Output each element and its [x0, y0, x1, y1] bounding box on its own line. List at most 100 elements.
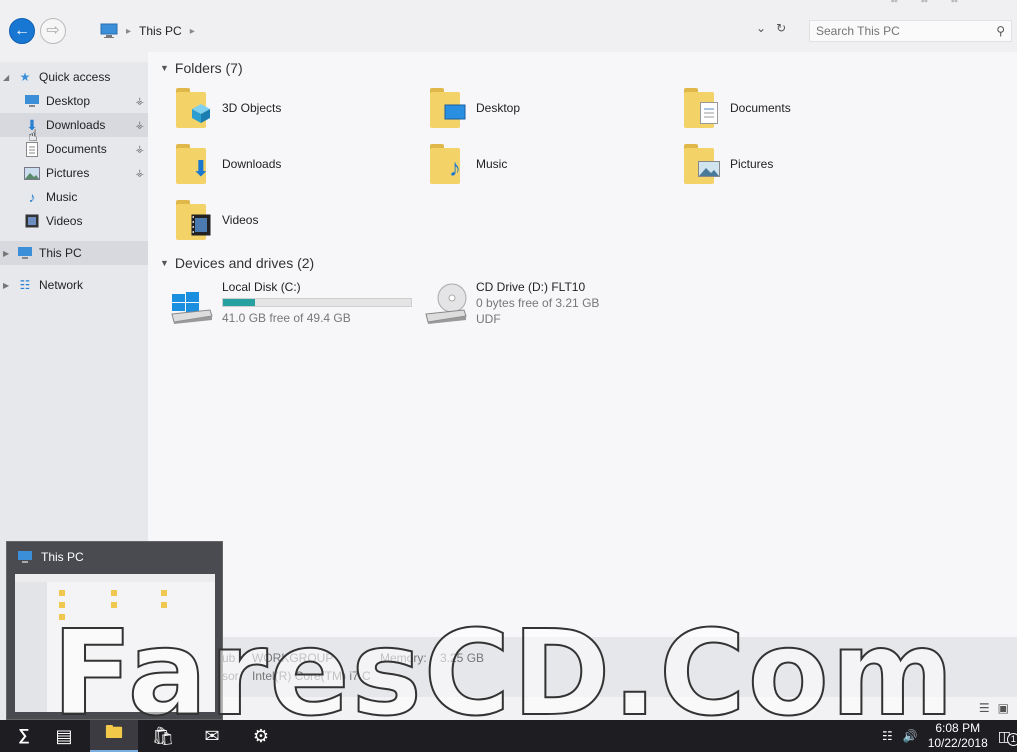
- sidebar-item-label: Network: [39, 278, 84, 292]
- breadcrumb-chevron[interactable]: ▸: [190, 26, 195, 37]
- folder-music[interactable]: ♪ Music: [430, 140, 507, 188]
- search-box[interactable]: ⚲: [809, 20, 1012, 42]
- expand-arrow-icon[interactable]: ▶: [3, 249, 9, 258]
- pin-icon[interactable]: ⚶: [136, 144, 145, 155]
- content-pane: ▼ Folders (7) 3D Objects Desktop Documen…: [148, 52, 1017, 637]
- memory-label: Memory:: [380, 651, 427, 665]
- video-icon: [24, 213, 40, 229]
- task-view-button[interactable]: ▤: [40, 720, 88, 752]
- pin-icon[interactable]: ⚶: [136, 168, 145, 179]
- 3d-objects-icon: [190, 102, 212, 124]
- folder-label: 3D Objects: [222, 101, 282, 115]
- folder-downloads[interactable]: ⬇ Downloads: [176, 140, 281, 188]
- sidebar-quick-access[interactable]: ◢ ★ Quick access: [0, 65, 148, 89]
- thumbnail-title: This PC: [41, 550, 84, 564]
- search-input[interactable]: [816, 24, 997, 38]
- folder-label: Downloads: [222, 157, 282, 171]
- cd-drive-icon: [424, 280, 468, 324]
- details-pane: ub WORKGROUP Memory: 3.25 GB sor Intel(R…: [148, 637, 1017, 697]
- pictures-icon: [24, 165, 40, 181]
- folder-videos[interactable]: Videos: [176, 196, 258, 244]
- sidebar-item-network[interactable]: ▶ ☷ Network: [0, 273, 148, 297]
- file-explorer-taskbar-button[interactable]: 🖿: [90, 720, 138, 752]
- collapse-arrow-icon[interactable]: ▼: [160, 63, 169, 73]
- group-title: Devices and drives (2): [174, 255, 315, 271]
- store-taskbar-button[interactable]: 🛍: [139, 720, 187, 752]
- taskbar-thumbnail-preview[interactable]: This PC: [6, 541, 223, 720]
- processor-value: Intel(R) Core(TM) i7 C: [252, 669, 371, 683]
- pin-icon[interactable]: ⚶: [136, 120, 145, 131]
- music-icon: ♪: [449, 155, 461, 182]
- collapse-arrow-icon[interactable]: ▼: [160, 258, 169, 268]
- folder-label: Music: [476, 157, 508, 171]
- mail-taskbar-button[interactable]: ✉: [188, 720, 236, 752]
- drive-filesystem: UDF: [476, 312, 501, 326]
- folder-pictures[interactable]: Pictures: [684, 140, 773, 188]
- drive-local-disk-c[interactable]: Local Disk (C:) 41.0 GB free of 49.4 GB: [170, 280, 412, 325]
- drive-cd-d[interactable]: CD Drive (D:) FLT10 0 bytes free of 3.21…: [424, 280, 599, 326]
- task-view-icon: ▤: [55, 725, 73, 746]
- refresh-icon[interactable]: ↻: [776, 21, 786, 35]
- sidebar-item-this-pc[interactable]: ▶ This PC: [0, 241, 148, 265]
- drives-group-header[interactable]: ▼ Devices and drives (2): [160, 255, 314, 271]
- folder-documents[interactable]: Documents: [684, 84, 791, 132]
- network-icon[interactable]: ☷: [882, 729, 893, 743]
- sidebar-item-label: Quick access: [39, 70, 111, 84]
- clock-time: 6:08 PM: [935, 721, 981, 735]
- notification-center-button[interactable]: ◫ 1: [998, 728, 1017, 746]
- details-view-icon[interactable]: ☰: [979, 701, 990, 715]
- history-dropdown-icon[interactable]: ⌄: [756, 21, 766, 35]
- music-icon: ♪: [28, 189, 36, 205]
- store-bag-icon: 🛍: [151, 725, 175, 746]
- drive-free-space: 41.0 GB free of 49.4 GB: [222, 311, 351, 325]
- breadcrumb-separator[interactable]: ▸: [126, 26, 131, 37]
- pin-icon[interactable]: ⚶: [136, 96, 145, 107]
- maximize-icon[interactable]: ❝: [920, 0, 928, 12]
- folder-3d-objects[interactable]: 3D Objects: [176, 84, 281, 132]
- taskbar: ∑ ▤ 🖿 🛍 ✉ ⚙ ☷ 🔊 6:08 PM 10/22/2018 ◫ 1: [0, 720, 1017, 752]
- folders-group-header[interactable]: ▼ Folders (7): [160, 60, 243, 76]
- sidebar-item-music[interactable]: ♪ Music: [0, 185, 148, 209]
- folder-label: Desktop: [476, 101, 521, 115]
- sidebar-item-documents[interactable]: Documents ⚶: [0, 137, 148, 161]
- sidebar-item-label: Videos: [46, 214, 83, 228]
- thumbnail-window-image: [15, 574, 215, 712]
- large-icons-view-icon[interactable]: ▣: [998, 701, 1009, 715]
- sidebar-item-videos[interactable]: Videos: [0, 209, 148, 233]
- breadcrumb-this-pc[interactable]: This PC: [139, 24, 182, 38]
- download-icon: ⬇: [191, 156, 211, 181]
- windows-drive-icon: [170, 280, 214, 324]
- minimize-icon[interactable]: ❝: [890, 0, 898, 12]
- close-icon[interactable]: ❝: [950, 0, 958, 12]
- forward-button[interactable]: ⇨: [40, 18, 66, 44]
- notification-count-badge: 1: [1006, 732, 1017, 746]
- document-icon: [698, 102, 720, 124]
- expand-arrow-icon[interactable]: ▶: [3, 281, 9, 290]
- sidebar-item-label: Documents: [46, 142, 107, 156]
- folder-label: Pictures: [730, 157, 774, 171]
- sidebar-item-desktop[interactable]: Desktop ⚶: [0, 89, 148, 113]
- address-bar[interactable]: ▸ This PC ▸: [100, 20, 195, 42]
- arrow-left-icon: ←: [14, 22, 30, 39]
- hand-cursor-icon: ☝: [28, 128, 38, 145]
- computer-icon: [17, 245, 33, 261]
- drive-usage-bar: [222, 298, 412, 307]
- processor-label: sor: [222, 669, 239, 683]
- clock[interactable]: 6:08 PM 10/22/2018: [928, 721, 988, 751]
- desktop-icon: [24, 93, 40, 109]
- sidebar-item-label: Pictures: [46, 166, 90, 180]
- sidebar-item-downloads[interactable]: ⬇ Downloads ⚶: [0, 113, 148, 137]
- workgroup-label: ub: [222, 651, 236, 665]
- memory-value: 3.25 GB: [440, 651, 485, 665]
- video-icon: [190, 214, 212, 236]
- volume-icon[interactable]: 🔊: [903, 729, 918, 743]
- drive-name: Local Disk (C:): [222, 280, 301, 294]
- folder-desktop[interactable]: Desktop: [430, 84, 520, 132]
- collapse-arrow-icon[interactable]: ◢: [3, 73, 9, 82]
- back-button[interactable]: ←: [9, 18, 35, 44]
- sidebar-item-label: Downloads: [46, 118, 106, 132]
- sidebar-item-pictures[interactable]: Pictures ⚶: [0, 161, 148, 185]
- drive-name: CD Drive (D:) FLT10: [476, 280, 586, 294]
- settings-taskbar-button[interactable]: ⚙: [237, 720, 285, 752]
- drive-free-space: 0 bytes free of 3.21 GB: [476, 296, 600, 310]
